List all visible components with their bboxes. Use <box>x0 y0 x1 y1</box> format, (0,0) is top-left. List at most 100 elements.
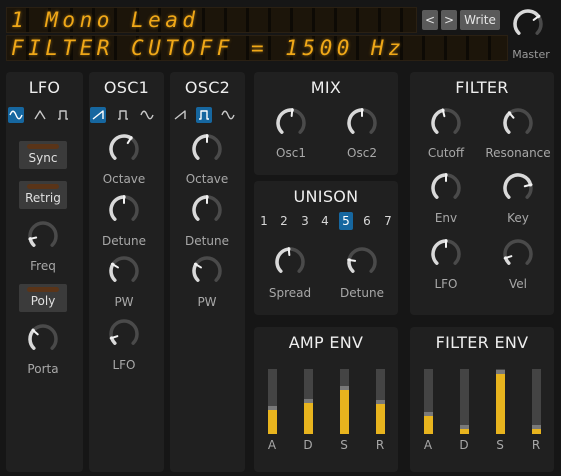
sine-wave-icon <box>221 110 235 120</box>
knob-track <box>503 239 533 265</box>
lfo-freq-knob[interactable] <box>27 220 59 252</box>
unison-detune-label: Detune <box>340 286 384 300</box>
lfo-wave-sine[interactable] <box>8 107 24 123</box>
unison-voice-5[interactable]: 5 <box>339 212 353 230</box>
filter-lfo-knob[interactable] <box>430 238 462 270</box>
osc1-detune-label: Detune <box>102 234 146 248</box>
knob-track <box>28 221 58 247</box>
mix-osc1-knob[interactable] <box>275 107 307 139</box>
unison-voice-6[interactable]: 6 <box>360 212 374 230</box>
osc2-title: OSC2 <box>184 78 231 97</box>
knob-pointer <box>347 258 357 262</box>
unison-detune-knob[interactable] <box>346 246 378 278</box>
knob-graphic <box>109 256 139 282</box>
sine-wave-icon <box>140 110 154 120</box>
filter-cutoff-knob[interactable] <box>430 107 462 139</box>
osc2-pw-knob[interactable] <box>191 255 223 287</box>
knob-pointer <box>290 108 294 118</box>
square-wave-icon <box>58 110 68 120</box>
amp-env-title: AMP ENV <box>288 333 364 352</box>
lfo-title: LFO <box>28 78 61 97</box>
write-patch-button[interactable]: Write <box>460 10 500 30</box>
unison-voice-1[interactable]: 1 <box>257 212 271 230</box>
knob-graphic <box>347 247 377 273</box>
saw-wave-icon <box>174 110 186 120</box>
osc2-wave-saw[interactable] <box>172 107 188 123</box>
osc2-pw-label: PW <box>197 295 217 309</box>
filter-title: FILTER <box>455 78 509 97</box>
unison-voice-4[interactable]: 4 <box>318 212 332 230</box>
osc2-wave-sine[interactable] <box>220 107 236 123</box>
osc1-detune-knob[interactable] <box>108 194 140 226</box>
knob-graphic <box>347 108 377 134</box>
knob-value-arc <box>347 108 364 134</box>
sine-wave-icon <box>9 110 23 120</box>
master-label: Master <box>512 48 550 61</box>
unison-voice-3[interactable]: 3 <box>298 212 312 230</box>
filter-env-title: FILTER ENV <box>435 333 529 352</box>
mix-title: MIX <box>310 78 342 97</box>
square-wave-icon <box>199 110 209 120</box>
unison-voice-2[interactable]: 2 <box>277 212 291 230</box>
poly-toggle[interactable]: Poly <box>19 284 67 312</box>
filter-key-knob[interactable] <box>502 172 534 204</box>
osc1-pw-knob[interactable] <box>108 255 140 287</box>
amp-decay-slider[interactable] <box>304 369 313 434</box>
amp-release-slider[interactable] <box>376 369 385 434</box>
filter-decay-slider[interactable] <box>460 369 469 434</box>
knob-value-arc <box>431 108 445 134</box>
patch-name-text: 1 Mono Lead <box>11 8 200 32</box>
osc1-pw-label: PW <box>114 295 134 309</box>
filter-resonance-label: Resonance <box>485 146 551 160</box>
mix-osc2-knob[interactable] <box>346 107 378 139</box>
osc1-octave-knob[interactable] <box>108 133 140 165</box>
amp-sustain-label: S <box>340 438 348 452</box>
sync-led <box>27 144 59 149</box>
osc2-wave-square[interactable] <box>196 107 212 123</box>
lfo-wave-triangle[interactable] <box>32 107 48 123</box>
lfo-sync-toggle[interactable]: Sync <box>19 141 67 169</box>
parameter-display: FILTER CUTOFF = 1500 Hz <box>6 35 508 61</box>
lfo-retrig-toggle[interactable]: Retrig <box>19 181 67 209</box>
slider-fill <box>532 429 541 434</box>
knob-graphic <box>503 173 533 199</box>
poly-led <box>27 287 59 292</box>
knob-track <box>109 319 139 345</box>
slider-fill <box>304 403 313 434</box>
lfo-wave-square[interactable] <box>55 107 71 123</box>
filter-attack-slider[interactable] <box>424 369 433 434</box>
porta-label: Porta <box>27 362 59 376</box>
filter-sustain-slider[interactable] <box>496 369 505 434</box>
unison-spread-knob[interactable] <box>274 246 306 278</box>
filter-vel-knob[interactable] <box>502 238 534 270</box>
amp-sustain-slider[interactable] <box>340 369 349 434</box>
parameter-value-text: FILTER CUTOFF = 1500 Hz <box>11 36 406 60</box>
knob-graphic <box>28 221 58 247</box>
filter-release-slider[interactable] <box>532 369 541 434</box>
porta-knob[interactable] <box>27 323 59 355</box>
prev-patch-button[interactable]: < <box>422 10 438 30</box>
amp-attack-slider[interactable] <box>268 369 277 434</box>
osc2-detune-knob[interactable] <box>191 194 223 226</box>
amp-attack-label: A <box>267 438 277 452</box>
master-knob[interactable] <box>512 8 544 40</box>
filter-env-knob[interactable] <box>430 172 462 204</box>
knob-value-arc <box>192 195 209 221</box>
knob-pointer <box>287 247 291 257</box>
amp-decay-label: D <box>303 438 313 452</box>
unison-voice-7[interactable]: 7 <box>381 212 395 230</box>
osc1-wave-square[interactable] <box>115 107 131 123</box>
osc1-lfo-knob[interactable] <box>108 318 140 350</box>
lfo-freq-label: Freq <box>30 259 56 273</box>
knob-graphic <box>109 319 139 345</box>
knob-value-arc <box>109 262 117 282</box>
poly-label: Poly <box>30 294 56 308</box>
osc1-wave-sine[interactable] <box>139 107 155 123</box>
filter-resonance-knob[interactable] <box>502 107 534 139</box>
sync-label: Sync <box>28 151 58 165</box>
amp-release-label: R <box>375 438 385 452</box>
next-patch-button[interactable]: > <box>441 10 457 30</box>
osc2-octave-knob[interactable] <box>191 133 223 165</box>
osc1-wave-saw[interactable] <box>90 107 106 123</box>
knob-graphic <box>28 324 58 350</box>
